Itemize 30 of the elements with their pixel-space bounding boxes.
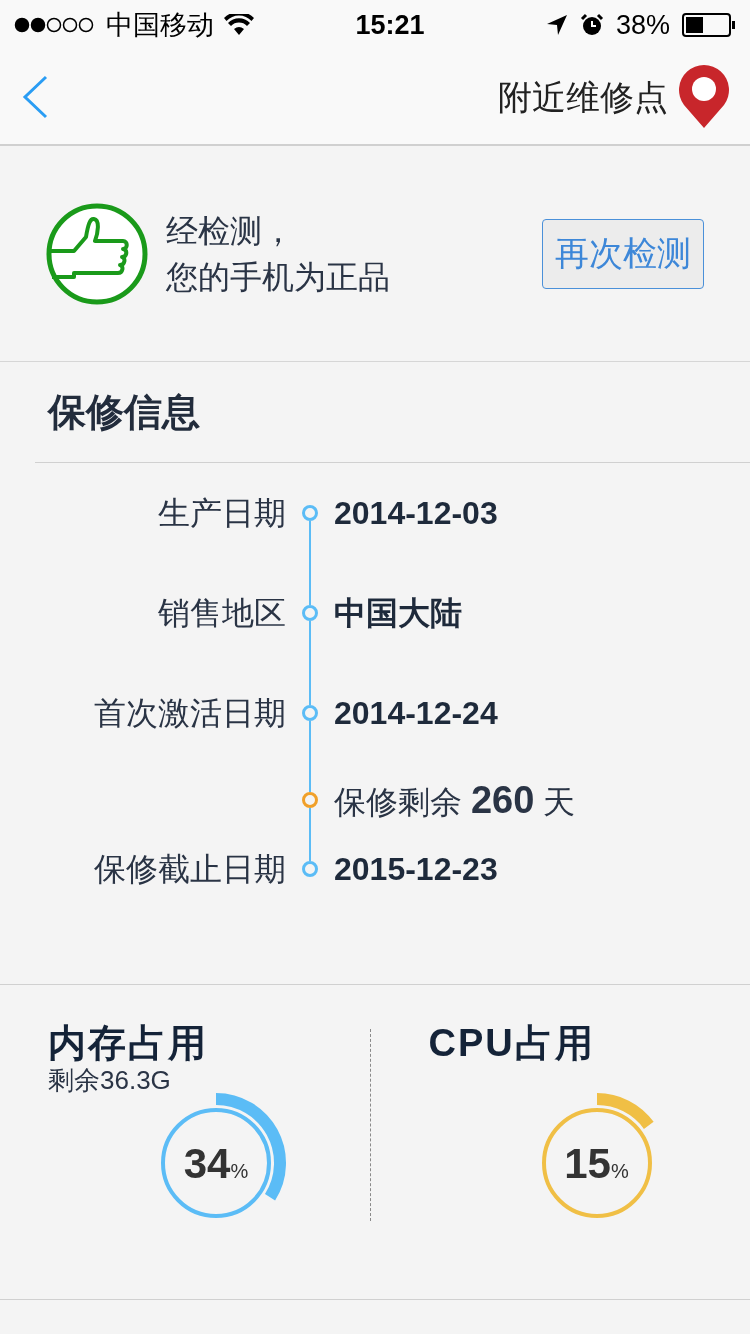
warranty-value: 2014-12-03 — [334, 494, 498, 533]
back-chevron-icon — [22, 75, 48, 119]
check-result-line: 经检测， — [166, 211, 295, 251]
signal-icon — [14, 17, 96, 33]
wifi-icon — [224, 14, 254, 36]
usage-title: CPU占用 — [428, 1021, 596, 1065]
battery-percent: 38% — [615, 8, 670, 42]
battery-icon — [682, 13, 736, 37]
location-arrow-icon — [545, 14, 568, 36]
warranty-label: 保修截止日期 — [94, 850, 286, 889]
gauge-value: 34% — [183, 1138, 249, 1189]
alarm-icon — [579, 13, 604, 37]
warranty-remaining: 保修剩余 260 天 — [334, 777, 576, 823]
carrier-name: 中国移动 — [106, 8, 214, 42]
status-time: 15:21 — [354, 8, 426, 42]
warranty-label: 生产日期 — [158, 494, 286, 533]
check-result-line: 您的手机为正品 — [166, 257, 390, 297]
map-pin-icon — [678, 65, 730, 129]
nearby-repair-button[interactable]: 附近维修点 — [498, 65, 730, 129]
warranty-label: 销售地区 — [158, 594, 286, 633]
warranty-value: 2014-12-24 — [334, 694, 498, 733]
usage-title: 内存占用 — [48, 1021, 209, 1065]
back-button[interactable] — [20, 73, 50, 121]
warranty-label: 首次激活日期 — [94, 694, 286, 733]
warranty-value: 中国大陆 — [334, 594, 462, 633]
gauge-value: 15% — [564, 1138, 629, 1189]
usage-subtitle: 剩余36.3G — [48, 1065, 171, 1095]
section-title: 保修信息 — [48, 389, 200, 435]
thumbs-up-icon — [46, 202, 148, 305]
warranty-value: 2015-12-23 — [334, 850, 498, 889]
